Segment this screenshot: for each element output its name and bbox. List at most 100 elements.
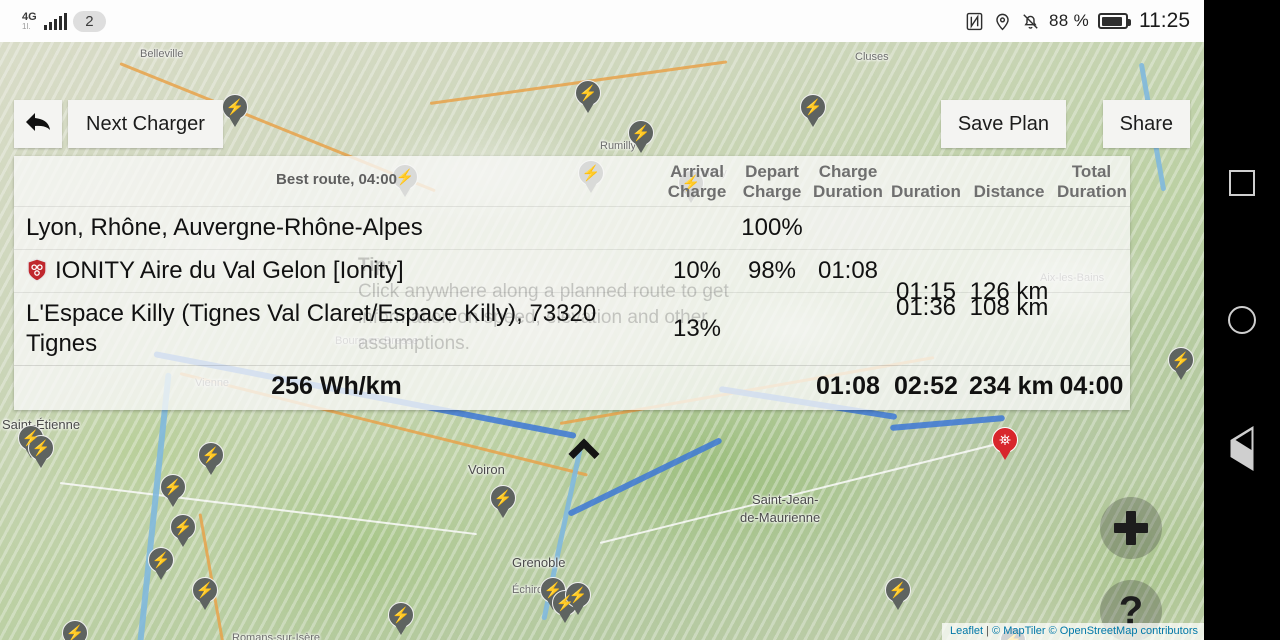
waypoint-name[interactable]: IONITY Aire du Val Gelon [Ionity] — [14, 249, 659, 293]
pin-head: ⚡ — [490, 485, 516, 511]
totals-total-duration: 04:00 — [1053, 365, 1130, 407]
column-header-duration: Duration — [891, 182, 961, 201]
home-button[interactable] — [1228, 306, 1256, 334]
charger-pin-icon[interactable]: ⚡ — [388, 602, 414, 636]
lightning-bolt-icon: ⚡ — [493, 489, 513, 507]
charger-pin-icon[interactable]: ⚡ — [1168, 347, 1194, 381]
cell-total-duration — [1053, 206, 1130, 250]
attribution-leaflet-link[interactable]: Leaflet — [950, 625, 983, 637]
android-status-bar: 4G 1l. 2 88 % 11:25 — [0, 0, 1204, 42]
network-type: 4G 1l. — [22, 10, 37, 31]
lightning-bolt-icon: ⚡ — [151, 551, 171, 569]
waypoint-label: L'Espace Killy (Tignes Val Claret/Espace… — [26, 300, 597, 357]
cell-arrival-charge — [659, 206, 735, 250]
save-plan-button[interactable]: Save Plan — [940, 100, 1066, 148]
lightning-bolt-icon: ⚡ — [195, 581, 215, 599]
totals-consumption: 256 Wh/km — [14, 365, 659, 407]
status-left: 4G 1l. 2 — [0, 10, 106, 32]
next-charger-button[interactable]: Next Charger — [68, 100, 223, 148]
waypoint-name[interactable]: Lyon, Rhône, Auvergne-Rhône-Alpes — [14, 206, 659, 250]
totals-row: 256 Wh/km 01:08 02:52 234 km 04:00 — [14, 365, 1130, 407]
pin-head: ⚡ — [160, 474, 186, 500]
pin-head: ⚡ — [628, 120, 654, 146]
charger-pin-icon[interactable]: ⚡ — [800, 94, 826, 128]
network-sub-label: 1l. — [22, 21, 31, 31]
charger-pin-icon[interactable]: ⚡ — [490, 485, 516, 519]
charger-pin-icon[interactable]: ⚡ — [160, 474, 186, 508]
phone-screen: 4G 1l. 2 88 % 11:25 Belleville Cluses Ru… — [0, 0, 1280, 640]
cell-duration — [887, 206, 965, 250]
lightning-bolt-icon: ⚡ — [888, 581, 908, 599]
recents-button[interactable] — [1229, 170, 1255, 196]
pin-head: ⚡ — [885, 577, 911, 603]
table-row[interactable]: L'Espace Killy (Tignes Val Claret/Espace… — [14, 292, 1130, 366]
charger-pin-icon[interactable]: ⚡ — [628, 120, 654, 154]
back-nav-button[interactable] — [1230, 426, 1254, 471]
ionity-shield-icon — [26, 258, 48, 282]
lightning-bolt-icon: ⚡ — [65, 624, 85, 640]
cell-depart-charge — [735, 292, 809, 366]
route-summary-label: Best route, 04:00 — [276, 171, 397, 188]
charger-pin-icon[interactable]: ⚡ — [575, 80, 601, 114]
triangle-back-icon — [1230, 426, 1254, 471]
status-right: 88 % 11:25 — [965, 9, 1204, 33]
table-row[interactable]: IONITY Aire du Val Gelon [Ionity] 10% 98… — [14, 249, 1130, 305]
charger-pin-icon[interactable]: ⚡ — [885, 577, 911, 611]
pin-head: ⚡ — [1168, 347, 1194, 373]
pin-head: ⚡ — [800, 94, 826, 120]
cell-arrival-charge: 10% — [659, 249, 735, 293]
charger-pin-icon[interactable]: ⚡ — [28, 435, 54, 469]
attribution-separator: | — [983, 625, 993, 637]
sim-badge: 2 — [73, 10, 106, 32]
pin-head: ⚡ — [62, 620, 88, 640]
map-attribution[interactable]: Leaflet | © MapTiler © OpenStreetMap con… — [942, 623, 1204, 640]
charger-pin-icon[interactable]: ⚡ — [192, 577, 218, 611]
add-waypoint-button[interactable] — [1100, 497, 1162, 559]
destination-marker-icon[interactable]: ⛯ — [992, 427, 1018, 461]
back-button[interactable] — [14, 100, 62, 148]
cell-duration-value: 01:36 — [895, 294, 957, 321]
totals-distance: 234 km — [965, 365, 1054, 407]
attribution-providers[interactable]: © MapTiler © OpenStreetMap contributors — [992, 625, 1198, 637]
waypoint-name[interactable]: L'Espace Killy (Tignes Val Claret/Espace… — [14, 292, 659, 366]
column-header-depart-charge: Depart Charge — [742, 162, 802, 201]
pin-head: ⚡ — [148, 547, 174, 573]
pin-head: ⛯ — [992, 427, 1018, 453]
charger-pin-icon[interactable]: ⚡ — [62, 620, 88, 640]
arrow-back-icon — [24, 111, 52, 137]
waypoint-label: IONITY Aire du Val Gelon [Ionity] — [55, 257, 404, 284]
pin-head: ⚡ — [192, 577, 218, 603]
collapse-panel-button[interactable] — [560, 430, 608, 470]
lightning-bolt-icon: ⚡ — [201, 446, 221, 464]
pin-head: ⚡ — [575, 80, 601, 106]
column-header-arrival-charge: Arrival Charge — [667, 162, 727, 201]
table-row[interactable]: Lyon, Rhône, Auvergne-Rhône-Alpes 100% — [14, 206, 1130, 250]
cell-duration: 01:15 — [887, 249, 965, 305]
totals-duration: 02:52 — [887, 365, 965, 407]
network-type-label: 4G — [22, 10, 37, 23]
status-clock: 11:25 — [1139, 9, 1190, 32]
charger-pin-icon[interactable]: ⚡ — [148, 547, 174, 581]
cell-distance: 126 km — [965, 249, 1053, 305]
pin-head: ⚡ — [170, 514, 196, 540]
charger-pin-icon[interactable]: ⚡ — [170, 514, 196, 548]
share-button[interactable]: Share — [1102, 100, 1190, 148]
charger-pin-icon[interactable]: ⚡ — [222, 94, 248, 128]
cell-depart-charge: 100% — [735, 206, 809, 250]
location-pin-icon — [993, 12, 1012, 31]
lightning-bolt-icon: ⚡ — [225, 98, 245, 116]
map-canvas[interactable]: BellevilleClusesRumillyAnnecyAix-les-Bai… — [0, 42, 1204, 640]
route-plan-panel: Tip: Click anywhere along a planned rout… — [14, 156, 1130, 410]
lightning-bolt-icon: ⚡ — [163, 478, 183, 496]
charger-pin-icon[interactable]: ⚡ — [198, 442, 224, 476]
pin-head: ⚡ — [198, 442, 224, 468]
totals-spacer-2 — [735, 365, 809, 407]
cell-duration: 01:36 — [887, 292, 965, 366]
ionity-logo-icon: ⛯ — [998, 431, 1011, 449]
chevron-up-icon — [568, 438, 600, 470]
cell-distance-value: 108 km — [969, 294, 1049, 321]
lightning-bolt-icon: ⚡ — [568, 586, 588, 604]
cell-charge-duration: 01:08 — [809, 249, 887, 293]
battery-percent-label: 88 % — [1049, 11, 1089, 30]
lightning-bolt-icon: ⚡ — [631, 124, 651, 142]
